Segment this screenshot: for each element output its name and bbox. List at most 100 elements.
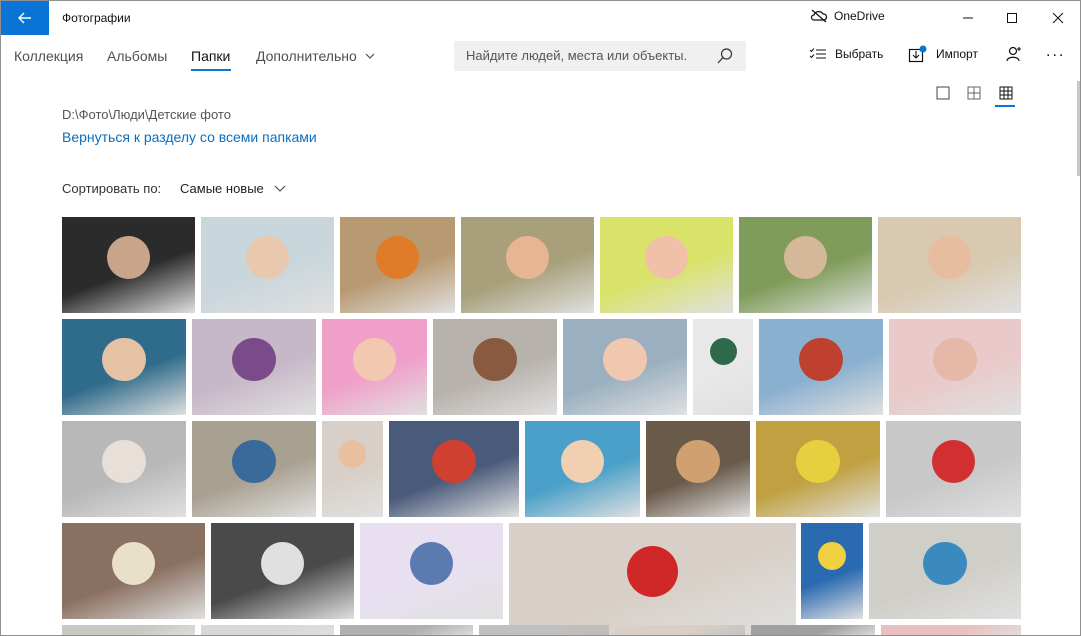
photo-thumbnail[interactable] [889, 319, 1021, 415]
photo-thumbnail[interactable] [600, 217, 733, 313]
photo-thumbnail[interactable] [563, 319, 687, 415]
view-medium-button[interactable] [964, 83, 984, 103]
back-button[interactable] [1, 1, 49, 35]
photo-thumbnail[interactable] [739, 217, 872, 313]
photo-thumbnail[interactable] [509, 523, 796, 635]
photo-thumbnail[interactable] [62, 217, 195, 313]
close-icon [1052, 12, 1064, 24]
more-options-button[interactable]: ... [1046, 41, 1065, 63]
photo-thumbnail[interactable] [756, 421, 880, 517]
tab-albums[interactable]: Альбомы [107, 48, 167, 64]
import-label: Импорт [936, 47, 978, 61]
photo-subject [338, 440, 367, 468]
single-view-icon [936, 86, 950, 100]
photo-thumbnail[interactable] [340, 217, 455, 313]
view-single-button[interactable] [933, 83, 953, 103]
chevron-down-icon [274, 185, 286, 192]
photo-thumbnail[interactable] [322, 421, 383, 517]
small-grid-icon [999, 86, 1013, 100]
tab-collection[interactable]: Коллекция [14, 48, 83, 64]
photo-subject [111, 542, 156, 586]
select-list-icon [809, 48, 826, 59]
photo-thumbnail[interactable] [389, 421, 519, 517]
minimize-button[interactable] [945, 1, 991, 35]
people-button[interactable] [1005, 43, 1023, 65]
photo-thumbnail[interactable] [615, 625, 745, 635]
photo-subject [102, 440, 146, 484]
photo-thumbnail[interactable] [525, 421, 640, 517]
photo-subject [644, 236, 689, 280]
photo-thumbnail[interactable] [62, 421, 186, 517]
select-button[interactable]: Выбрать [809, 43, 883, 65]
close-button[interactable] [1035, 1, 1080, 35]
sort-value: Самые новые [180, 181, 264, 196]
maximize-button[interactable] [989, 1, 1035, 35]
tab-more[interactable]: Дополнительно [256, 48, 375, 64]
photo-thumbnail[interactable] [646, 421, 750, 517]
onedrive-status[interactable]: OneDrive [810, 9, 885, 23]
photos-window: Фотографии OneDrive Коллекция Альбомы Па… [0, 0, 1081, 636]
photo-thumbnail[interactable] [461, 217, 594, 313]
photo-subject [927, 236, 972, 280]
tab-folders[interactable]: Папки [191, 48, 230, 64]
photo-subject [102, 338, 146, 382]
photo-subject [931, 440, 976, 484]
photo-thumbnail[interactable] [881, 625, 1021, 635]
photo-thumbnail[interactable] [433, 319, 557, 415]
photo-thumbnail[interactable] [340, 625, 473, 635]
photo-thumbnail[interactable] [211, 523, 354, 619]
photo-thumbnail[interactable] [62, 625, 195, 635]
photo-subject [232, 440, 276, 484]
onedrive-label: OneDrive [834, 9, 885, 23]
photo-thumbnail[interactable] [62, 523, 205, 619]
photo-subject [232, 338, 276, 382]
onedrive-icon [810, 9, 828, 23]
select-label: Выбрать [835, 47, 884, 61]
person-add-icon [1006, 46, 1021, 62]
title-bar: Фотографии OneDrive [1, 1, 1080, 35]
photo-subject [560, 440, 605, 484]
medium-grid-icon [967, 86, 981, 100]
view-mode-indicator [995, 105, 1015, 107]
photo-thumbnail[interactable] [201, 217, 334, 313]
photo-subject [796, 440, 840, 484]
photo-thumbnail[interactable] [869, 523, 1021, 619]
sort-dropdown[interactable]: Самые новые [180, 181, 286, 196]
sort-label: Сортировать по: [62, 181, 162, 196]
import-icon [908, 45, 927, 63]
search-box[interactable]: Найдите людей, места или объекты. [454, 41, 746, 71]
photo-thumbnail[interactable] [62, 319, 186, 415]
folder-path: D:\Фото\Люди\Детские фото [62, 107, 231, 122]
photo-subject [245, 236, 290, 280]
photo-subject [923, 542, 967, 586]
photo-subject [505, 236, 550, 280]
tab-more-label: Дополнительно [256, 48, 357, 64]
photo-thumbnail[interactable] [693, 319, 753, 415]
photo-thumbnail[interactable] [801, 523, 863, 619]
photo-thumbnail[interactable] [192, 421, 316, 517]
photo-subject [603, 338, 647, 382]
photo-thumbnail[interactable] [878, 217, 1021, 313]
minimize-icon [963, 17, 973, 19]
photo-thumbnail[interactable] [479, 625, 609, 635]
photo-thumbnail[interactable] [360, 523, 503, 619]
photo-subject [375, 236, 420, 280]
photo-thumbnail[interactable] [759, 319, 883, 415]
search-icon[interactable] [716, 47, 734, 65]
photo-thumbnail[interactable] [322, 319, 427, 415]
photo-subject [409, 542, 454, 586]
import-button[interactable]: Импорт [908, 43, 978, 65]
photo-thumbnail[interactable] [201, 625, 334, 635]
photo-subject [432, 440, 476, 484]
search-input[interactable]: Найдите людей, места или объекты. [466, 48, 687, 63]
photo-thumbnail[interactable] [886, 421, 1021, 517]
photo-thumbnail[interactable] [751, 625, 875, 635]
photo-subject [626, 545, 679, 598]
photo-subject [933, 338, 977, 382]
scrollbar[interactable] [1077, 81, 1080, 176]
photo-thumbnail[interactable] [192, 319, 316, 415]
photo-subject [260, 542, 305, 586]
maximize-icon [1007, 13, 1017, 23]
back-to-folders-link[interactable]: Вернуться к разделу со всеми папками [62, 129, 317, 145]
view-small-button[interactable] [996, 83, 1016, 103]
